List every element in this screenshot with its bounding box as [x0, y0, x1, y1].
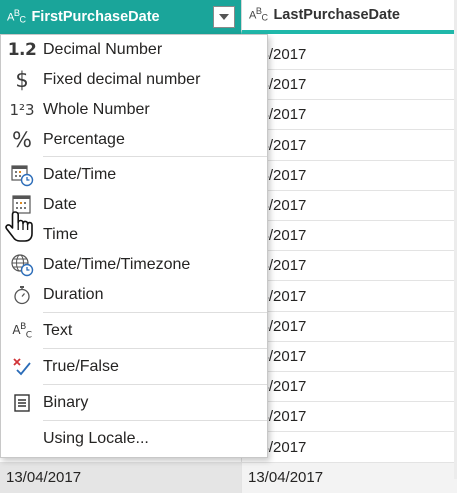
menu-item-label: Binary: [43, 394, 89, 411]
column-header-lastpurchasedate[interactable]: ABC LastPurchaseDate: [241, 0, 457, 34]
cell-lastpurchasedate[interactable]: /04/2017: [241, 282, 457, 312]
chevron-down-icon: [219, 14, 229, 20]
cell-lastpurchasedate[interactable]: /04/2017: [241, 70, 457, 100]
table-row[interactable]: 13/04/2017 13/04/2017: [0, 463, 457, 493]
cell-lastpurchasedate[interactable]: /04/2017: [241, 161, 457, 191]
menu-item-datetime[interactable]: Date/Time: [1, 160, 267, 190]
menu-item-decimal-number[interactable]: 1.2 Decimal Number: [1, 35, 267, 65]
cell-lastpurchasedate[interactable]: /04/2017: [241, 433, 457, 463]
menu-item-label: Date: [43, 196, 77, 213]
menu-item-datetime-timezone[interactable]: Date/Time/Timezone: [1, 250, 267, 280]
cell-lastpurchasedate[interactable]: 13/04/2017: [241, 463, 457, 493]
cell-firstpurchasedate[interactable]: 13/04/2017: [0, 463, 241, 493]
cell-lastpurchasedate[interactable]: /04/2017: [241, 251, 457, 281]
menu-item-label: Whole Number: [43, 101, 150, 118]
menu-item-date[interactable]: Date: [1, 190, 267, 220]
menu-item-label: Date/Time: [43, 166, 117, 183]
menu-item-true-false[interactable]: True/False: [1, 352, 267, 382]
menu-item-label: Using Locale...: [43, 430, 149, 447]
menu-item-label: Duration: [43, 286, 104, 303]
whole-number-icon: 1²3: [9, 101, 35, 119]
column-header-firstpurchasedate[interactable]: ABC FirstPurchaseDate: [0, 0, 241, 34]
hand-cursor-icon: [4, 210, 40, 251]
cell-lastpurchasedate[interactable]: /04/2017: [241, 402, 457, 432]
menu-item-fixed-decimal[interactable]: $ Fixed decimal number: [1, 65, 267, 95]
menu-separator: [43, 384, 267, 385]
menu-item-percentage[interactable]: % Percentage: [1, 125, 267, 155]
cell-lastpurchasedate[interactable]: /04/2017: [241, 221, 457, 251]
menu-item-label: Decimal Number: [43, 41, 163, 58]
cell-lastpurchasedate[interactable]: /04/2017: [241, 131, 457, 161]
abc-text-icon[interactable]: ABC: [249, 7, 268, 23]
true-false-icon: [1, 352, 43, 382]
cell-lastpurchasedate[interactable]: /04/2017: [241, 100, 457, 130]
menu-separator: [43, 156, 267, 157]
dollar-icon: $: [15, 68, 29, 92]
menu-item-time[interactable]: Time: [1, 220, 267, 250]
menu-item-label: Date/Time/Timezone: [43, 256, 191, 273]
menu-item-text[interactable]: ABC Text: [1, 316, 267, 346]
abc-text-icon: ABC: [12, 321, 32, 341]
menu-item-binary[interactable]: Binary: [1, 388, 267, 418]
column-dropdown-button[interactable]: [213, 6, 235, 28]
cell-lastpurchasedate[interactable]: /04/2017: [241, 191, 457, 221]
data-type-menu: 1.2 Decimal Number $ Fixed decimal numbe…: [0, 34, 268, 458]
menu-item-using-locale[interactable]: Using Locale...: [1, 424, 267, 454]
menu-item-label: Fixed decimal number: [43, 71, 201, 88]
cell-lastpurchasedate[interactable]: /04/2017: [241, 342, 457, 372]
binary-icon: [1, 388, 43, 418]
menu-item-label: Time: [43, 226, 78, 243]
column-header-label: FirstPurchaseDate: [31, 9, 160, 25]
cell-lastpurchasedate[interactable]: /04/2017: [241, 312, 457, 342]
menu-separator: [43, 312, 267, 313]
menu-item-whole-number[interactable]: 1²3 Whole Number: [1, 95, 267, 125]
globe-clock-icon: [1, 250, 43, 280]
column-header-label: LastPurchaseDate: [273, 7, 400, 23]
menu-separator: [43, 348, 267, 349]
decimal-number-icon: 1.2: [7, 40, 37, 60]
cell-lastpurchasedate[interactable]: /04/2017: [241, 40, 457, 70]
menu-item-duration[interactable]: Duration: [1, 280, 267, 310]
menu-item-label: Text: [43, 322, 73, 339]
menu-item-label: Percentage: [43, 131, 125, 148]
abc-text-icon[interactable]: ABC: [7, 9, 26, 25]
datetime-icon: [1, 160, 43, 190]
cell-lastpurchasedate[interactable]: /04/2017: [241, 372, 457, 402]
menu-item-label: True/False: [43, 358, 119, 375]
menu-separator: [43, 420, 267, 421]
stopwatch-icon: [1, 280, 43, 310]
percent-icon: %: [12, 128, 32, 152]
